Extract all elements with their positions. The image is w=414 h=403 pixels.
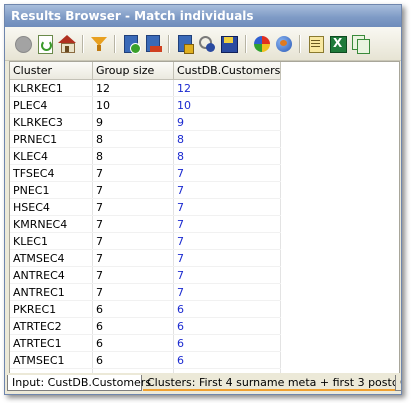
cell-group-size: 6 [92, 317, 174, 335]
cell-cluster: KLRKEC3 [10, 113, 93, 131]
table-row[interactable]: KLEC1 7 7 [10, 232, 282, 250]
cell-cluster: KLRKEC1 [10, 79, 93, 97]
table-row[interactable]: ATMSEC4 7 7 [10, 249, 282, 267]
cell-cluster: PKREC1 [10, 300, 93, 318]
excel-icon[interactable]: X [328, 34, 348, 54]
table-row[interactable]: PRNEC1 8 8 [10, 130, 282, 148]
table-row[interactable]: TFSEC4 7 7 [10, 164, 282, 182]
cell-group-size: 7 [92, 215, 174, 233]
globe-icon[interactable] [274, 34, 294, 54]
stop-icon[interactable] [13, 34, 33, 54]
cell-cluster: ATMSEC1 [10, 351, 93, 369]
home-icon[interactable] [57, 34, 77, 54]
cell-customers[interactable]: 6 [173, 300, 282, 318]
cell-customers[interactable]: 7 [173, 215, 282, 233]
column-header-cluster[interactable]: Cluster [10, 62, 93, 80]
table-row[interactable]: KLEC4 8 8 [10, 147, 282, 165]
cell-cluster: TFSEC4 [10, 164, 93, 182]
cell-cluster: KLEC1 [10, 232, 93, 250]
cell-group-size: 7 [92, 232, 174, 250]
save-grid-icon[interactable] [219, 34, 239, 54]
cell-cluster: ANTREC4 [10, 266, 93, 284]
cell-group-size: 7 [92, 249, 174, 267]
lock-icon[interactable] [175, 34, 195, 54]
cell-group-size: 7 [92, 283, 174, 301]
toolbar: X [5, 27, 401, 61]
filter-icon[interactable] [89, 34, 109, 54]
cell-customers[interactable]: 12 [173, 79, 282, 97]
table-row[interactable]: KLRKEC1 12 12 [10, 79, 282, 97]
chart-pie-icon[interactable] [252, 34, 272, 54]
cell-group-size: 7 [92, 266, 174, 284]
tab-clusters[interactable]: Clusters: First 4 surname meta + first 3… [143, 375, 395, 391]
cell-customers[interactable]: 7 [173, 181, 282, 199]
cell-group-size: 7 [92, 181, 174, 199]
cell-customers[interactable]: 6 [173, 334, 282, 352]
results-table: Cluster Group size CustDB.Customers KLRK… [10, 62, 282, 373]
cell-customers[interactable]: 7 [173, 232, 282, 250]
table-row[interactable]: PNEC1 7 7 [10, 181, 282, 199]
cell-cluster: ANTREC1 [10, 283, 93, 301]
cell-cluster: ATMSEC4 [10, 249, 93, 267]
cell-customers[interactable]: 10 [173, 96, 282, 114]
network-icon[interactable] [197, 34, 217, 54]
cell-group-size: 8 [92, 147, 174, 165]
cell-customers[interactable]: 7 [173, 283, 282, 301]
cell-cluster: PLEC4 [10, 96, 93, 114]
cell-group-size: 8 [92, 130, 174, 148]
cell-customers[interactable]: 7 [173, 164, 282, 182]
column-header-group-size[interactable]: Group size [92, 62, 174, 80]
status-bar: Input: CustDB.Customers Clusters: First … [5, 373, 401, 394]
cell-cluster: PNEC1 [10, 181, 93, 199]
tab-input[interactable]: Input: CustDB.Customers [7, 375, 151, 391]
cell-cluster: ATRTEC1 [10, 334, 93, 352]
table-row[interactable]: ANTREC4 7 7 [10, 266, 282, 284]
cell-group-size: 9 [92, 113, 174, 131]
cell-cluster: ATRTEC2 [10, 317, 93, 335]
cell-customers[interactable]: 6 [173, 351, 282, 369]
cell-cluster: KMRNEC4 [10, 215, 93, 233]
notes-icon[interactable] [306, 34, 326, 54]
table-row[interactable]: KLRKEC3 9 9 [10, 113, 282, 131]
add-row-icon[interactable] [121, 34, 141, 54]
column-header-customers[interactable]: CustDB.Customers [173, 62, 282, 80]
cell-group-size: 6 [92, 351, 174, 369]
copy-icon[interactable] [350, 34, 370, 54]
cell-cluster: KLEC4 [10, 147, 93, 165]
cell-customers[interactable]: 8 [173, 130, 282, 148]
cell-customers[interactable]: 7 [173, 266, 282, 284]
cell-customers[interactable]: 7 [173, 249, 282, 267]
cell-customers[interactable]: 9 [173, 113, 282, 131]
table-row[interactable]: HSEC4 7 7 [10, 198, 282, 216]
cell-group-size: 12 [92, 79, 174, 97]
table-row[interactable]: ATMSEC1 6 6 [10, 351, 282, 369]
results-browser-window: Results Browser - Match individuals X Cl… [4, 4, 402, 395]
table-row[interactable]: PKREC1 6 6 [10, 300, 282, 318]
results-grid[interactable]: Cluster Group size CustDB.Customers KLRK… [9, 61, 400, 374]
cell-group-size: 6 [92, 334, 174, 352]
cell-customers[interactable]: 7 [173, 198, 282, 216]
cell-group-size: 10 [92, 96, 174, 114]
window-title: Results Browser - Match individuals [5, 5, 401, 27]
refresh-icon[interactable] [35, 34, 55, 54]
cell-customers[interactable]: 8 [173, 147, 282, 165]
table-row[interactable]: ANTREC1 7 7 [10, 283, 282, 301]
cell-group-size: 6 [92, 300, 174, 318]
table-row[interactable]: ATRTEC2 6 6 [10, 317, 282, 335]
table-row[interactable]: KMRNEC4 7 7 [10, 215, 282, 233]
cell-cluster: HSEC4 [10, 198, 93, 216]
tab-extra[interactable]: C [395, 375, 401, 391]
table-row[interactable]: PLEC4 10 10 [10, 96, 282, 114]
table-row[interactable]: ATRTEC1 6 6 [10, 334, 282, 352]
cell-group-size: 7 [92, 164, 174, 182]
cell-group-size: 7 [92, 198, 174, 216]
cell-cluster: PRNEC1 [10, 130, 93, 148]
export-icon[interactable] [143, 34, 163, 54]
cell-customers[interactable]: 6 [173, 317, 282, 335]
